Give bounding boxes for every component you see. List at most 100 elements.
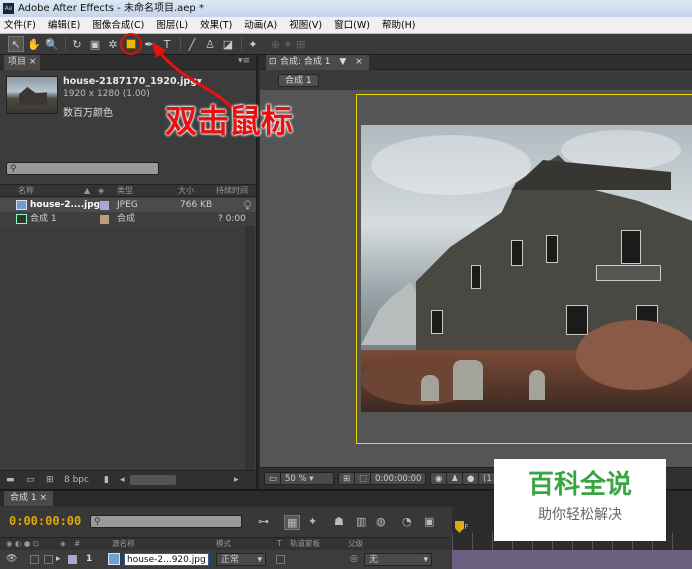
trash-icon[interactable]: ▮ (104, 471, 109, 489)
camera-tool-icon[interactable]: ▣ (87, 36, 103, 52)
timeline-timecode[interactable]: 0:00:00:00 (9, 514, 81, 528)
column-name[interactable]: 名称 (18, 185, 34, 197)
window-title-bar: Ae Adobe After Effects - 未命名项目.aep * (0, 0, 692, 17)
project-vertical-scrollbar[interactable] (245, 226, 255, 470)
new-composition-icon[interactable]: ⊞ (46, 471, 54, 489)
color-depth[interactable]: 8 bpc (64, 471, 89, 489)
solo-checkbox[interactable] (30, 555, 39, 564)
menu-bar: 文件(F) 编辑(E) 图像合成(C) 图层(L) 效果(T) 动画(A) 视图… (0, 17, 692, 34)
timeline-tab[interactable]: 合成 1 × (4, 491, 54, 506)
close-icon[interactable]: × (39, 493, 47, 503)
composition-viewer[interactable] (260, 90, 692, 467)
column-size[interactable]: 大小 (178, 185, 194, 197)
house-image-layer[interactable] (361, 125, 692, 412)
watermark: 百科全说 助你轻松解决 (494, 459, 666, 541)
zoom-tool-icon[interactable]: 🔍 (44, 36, 60, 52)
blend-mode-dropdown[interactable]: 正常 ▾ (216, 553, 266, 566)
menu-window[interactable]: 窗口(W) (334, 17, 370, 33)
window (546, 235, 558, 263)
menu-file[interactable]: 文件(F) (4, 17, 36, 33)
tombstone (453, 360, 483, 400)
menu-layer[interactable]: 图层(L) (156, 17, 188, 33)
hand-tool-icon[interactable]: ✋ (26, 36, 42, 52)
shy-layers-icon[interactable]: ☗ (334, 515, 344, 528)
label-color-swatch[interactable] (100, 215, 109, 224)
column-index: # (74, 539, 81, 548)
label-column-icon[interactable]: ◈ (98, 185, 104, 197)
menu-edit[interactable]: 编辑(E) (48, 17, 80, 33)
horizontal-scrollbar-thumb[interactable] (130, 475, 176, 485)
zoom-dropdown[interactable]: 50 % ▾ (280, 472, 334, 485)
balcony (596, 265, 661, 281)
label-color-swatch[interactable] (68, 555, 77, 564)
column-duration[interactable]: 持续时间 (216, 185, 248, 197)
layer-index: 1 (86, 554, 93, 564)
menu-animation[interactable]: 动画(A) (244, 17, 277, 33)
composition-icon (16, 214, 27, 224)
composition-tab-bar: ⊡ 合成: 合成 1 ▼ × (260, 55, 692, 70)
close-icon[interactable]: × (29, 57, 37, 67)
graph-editor-icon[interactable]: ◔ (402, 515, 412, 528)
composition-tab[interactable]: ⊡ 合成: 合成 1 ▼ × (266, 55, 369, 70)
watermark-title: 百科全说 (527, 470, 632, 500)
close-icon[interactable]: × (355, 57, 363, 67)
project-item-row[interactable]: house-2....jpg JPEG 766 KB ⧬ (0, 198, 256, 212)
selection-tool-icon[interactable]: ↖ (8, 36, 24, 52)
window-title: Adobe After Effects - 未命名项目.aep * (18, 3, 204, 14)
parent-pickwhip-icon[interactable]: ◎ (350, 550, 358, 569)
composition-subtab-bar: 合成 1 (260, 71, 692, 90)
new-folder-icon[interactable]: ▭ (26, 471, 35, 489)
show-snapshot-icon[interactable]: ♟ (446, 472, 464, 485)
mini-flowchart-icon[interactable]: ⊶ (258, 515, 269, 528)
frame-blending-icon[interactable]: ▥ (356, 515, 366, 528)
image-file-icon (108, 553, 120, 565)
scroll-left-icon[interactable]: ◂ (120, 471, 125, 489)
layer-duration-bar[interactable] (452, 550, 692, 569)
expand-arrow-icon[interactable]: ▸ (56, 550, 61, 569)
window (566, 305, 588, 335)
dropdown-icon[interactable]: ▼ (339, 57, 346, 67)
sort-arrow-icon[interactable]: ▲ (84, 185, 90, 197)
column-type[interactable]: 类型 (117, 185, 133, 197)
menu-effect[interactable]: 效果(T) (200, 17, 232, 33)
rectangle-mask-tool-icon[interactable] (120, 33, 142, 55)
parent-dropdown[interactable]: 无 ▾ (364, 553, 432, 566)
item-name: 合成 1 (30, 214, 57, 224)
pan-behind-tool-icon[interactable]: ✲ (105, 36, 121, 52)
dropdown-icon: ▾ (257, 555, 262, 565)
label-color-swatch[interactable] (100, 201, 109, 210)
menu-help[interactable]: 帮助(H) (382, 17, 416, 33)
column-mode: 模式 (216, 539, 231, 548)
disabled-tool-icons: ⊕ ✶ ⊞ (270, 37, 306, 51)
project-footer: ▬ ▭ ⊞ 8 bpc ▮ ◂ ▸ (0, 470, 256, 489)
draft-3d-icon[interactable]: ✦ (308, 515, 317, 528)
snapshot-icon[interactable]: ◉ (430, 472, 448, 485)
window (621, 230, 641, 264)
visibility-eye-icon[interactable]: 👁 (6, 550, 17, 569)
project-tab[interactable]: 项目 × (4, 55, 41, 70)
rotate-tool-icon[interactable]: ↻ (69, 36, 85, 52)
motion-blur-icon[interactable]: ◍ (376, 515, 386, 528)
current-time-display[interactable]: 0:00:00:00 (370, 472, 426, 485)
project-item-row[interactable]: 合成 1 合成 ? 0:00 (0, 212, 256, 226)
project-search-input[interactable]: ⚲ (6, 162, 159, 175)
preserve-transparency-checkbox[interactable] (276, 555, 285, 564)
composition-mini-icon[interactable]: ▦ (284, 515, 301, 530)
layer-row[interactable]: 👁 ▸ 1 house-2...920.jpg 正常 ▾ ◎ 无 ▾ (0, 550, 452, 569)
file-dimensions: 1920 x 1280 (1.00) (63, 89, 150, 99)
lock-icon[interactable]: ⊡ (269, 55, 277, 70)
timeline-search-input[interactable]: ⚲ (90, 515, 242, 528)
layer-name-field[interactable]: house-2...920.jpg (124, 553, 209, 566)
file-colors: 数百万颜色 (63, 108, 113, 119)
channel-icon[interactable]: ● (462, 472, 480, 485)
interpret-footage-icon[interactable]: ▬ (6, 471, 15, 489)
menu-composition[interactable]: 图像合成(C) (92, 17, 144, 33)
menu-view[interactable]: 视图(V) (289, 17, 322, 33)
render-icon[interactable]: ▣ (424, 515, 434, 528)
grid-guides-icon[interactable]: ⊞ (338, 472, 356, 485)
scroll-right-icon[interactable]: ▸ (234, 471, 239, 489)
lock-checkbox[interactable] (44, 555, 53, 564)
ruler-label: 0F (460, 523, 469, 531)
item-type: 合成 (117, 214, 136, 224)
composition-breadcrumb[interactable]: 合成 1 (278, 74, 319, 87)
